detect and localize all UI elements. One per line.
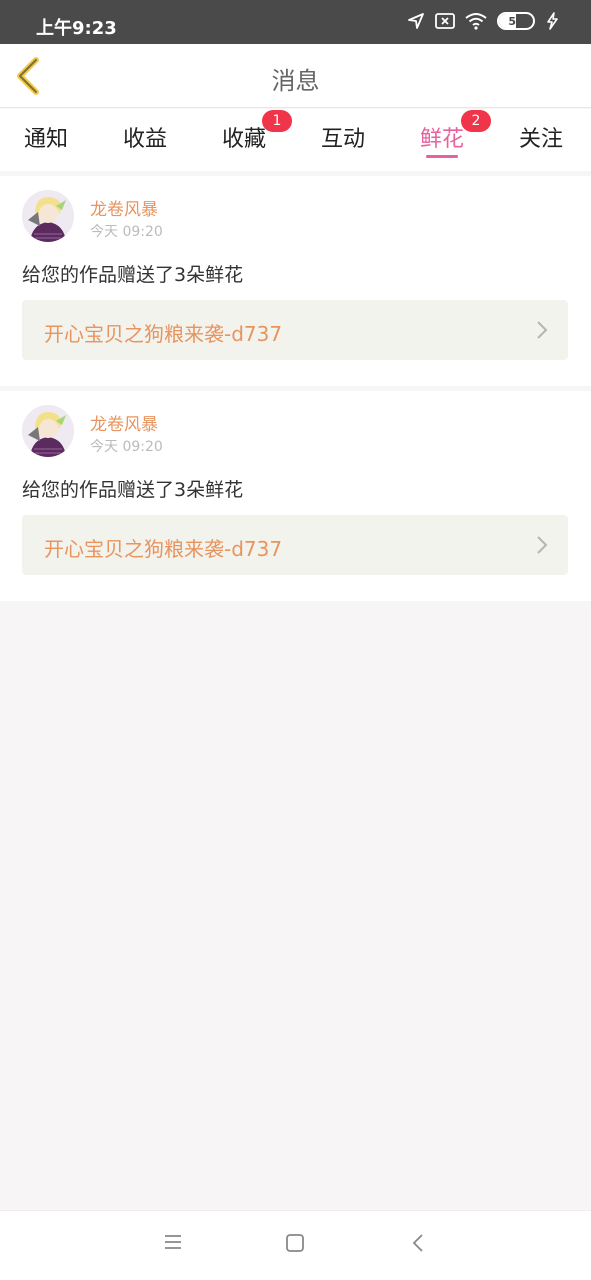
message-time: 今天 09:20	[90, 224, 163, 240]
chevron-right-icon	[537, 321, 548, 339]
nav-back-icon	[412, 1234, 423, 1252]
sender-name[interactable]: 龙卷风暴	[90, 410, 158, 435]
location-arrow-icon	[407, 12, 425, 30]
status-time: 上午9:23	[36, 18, 117, 39]
tab-label: 通知	[24, 127, 69, 152]
tab-bar: 通知 收益 收藏 1 互动 鲜花 2 关注	[0, 109, 591, 171]
work-link[interactable]: 开心宝贝之狗粮来袭-d737	[22, 515, 568, 575]
tab-label: 关注	[519, 127, 564, 152]
tab-following[interactable]: 关注	[519, 121, 563, 153]
tab-label: 收益	[123, 127, 168, 152]
active-tab-indicator	[426, 155, 458, 158]
unread-badge: 1	[262, 110, 292, 132]
message-text: 给您的作品赠送了3朵鲜花	[22, 479, 244, 501]
tab-favorites[interactable]: 收藏 1	[222, 110, 292, 153]
menu-button[interactable]	[163, 1233, 183, 1255]
system-nav-bar	[0, 1210, 591, 1280]
battery-indicator: 50	[497, 12, 535, 30]
app-header: 消息	[0, 44, 591, 108]
sender-name[interactable]: 龙卷风暴	[90, 195, 158, 220]
battery-level-text: 50	[508, 14, 524, 28]
work-link[interactable]: 开心宝贝之狗粮来袭-d737	[22, 300, 568, 360]
tab-label: 收藏	[222, 127, 267, 152]
menu-icon	[165, 1235, 181, 1249]
tab-flowers[interactable]: 鲜花 2	[420, 110, 491, 158]
home-icon	[286, 1234, 304, 1252]
message-card: 龙卷风暴 今天 09:20 给您的作品赠送了3朵鲜花 开心宝贝之狗粮来袭-d73…	[0, 391, 591, 601]
tab-earnings[interactable]: 收益	[123, 121, 167, 153]
charging-icon	[545, 12, 561, 30]
message-text: 给您的作品赠送了3朵鲜花	[22, 264, 244, 286]
chevron-right-icon	[537, 536, 548, 554]
wifi-icon	[465, 12, 487, 30]
message-card: 龙卷风暴 今天 09:20 给您的作品赠送了3朵鲜花 开心宝贝之狗粮来袭-d73…	[0, 176, 591, 386]
status-bar: 上午9:23 50	[0, 0, 591, 44]
work-title: 开心宝贝之狗粮来袭-d737	[44, 322, 283, 346]
nav-back-button[interactable]	[411, 1233, 425, 1257]
page-title: 消息	[271, 67, 320, 95]
status-icons: 50	[407, 12, 561, 30]
tab-label: 鲜花	[420, 127, 465, 152]
tab-label: 互动	[321, 127, 366, 152]
tab-interactions[interactable]: 互动	[321, 121, 365, 153]
tab-notifications[interactable]: 通知	[24, 121, 68, 153]
unread-badge: 2	[461, 110, 491, 132]
avatar[interactable]	[22, 190, 74, 242]
work-title: 开心宝贝之狗粮来袭-d737	[44, 537, 283, 561]
message-time: 今天 09:20	[90, 439, 163, 455]
no-sim-icon	[435, 13, 455, 29]
home-button[interactable]	[285, 1233, 305, 1257]
avatar[interactable]	[22, 405, 74, 457]
